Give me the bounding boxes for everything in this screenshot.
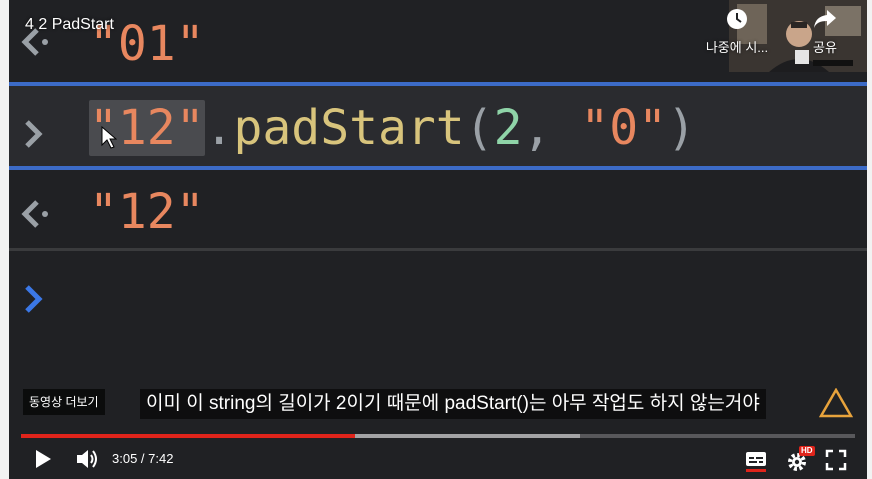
settings-button[interactable]: HD [785, 446, 815, 472]
subtitle-caption: 이미 이 string의 길이가 2이기 때문에 padStart()는 아무 … [140, 389, 766, 419]
mouse-cursor-icon [101, 126, 117, 149]
subtitles-icon[interactable] [745, 450, 767, 472]
input-code: "12".padStart(2, "0") [89, 100, 696, 156]
input-open-paren: ( [464, 100, 494, 156]
input-arrow-icon [25, 120, 43, 148]
fullscreen-icon[interactable] [825, 449, 847, 471]
console-empty-prompt[interactable] [9, 251, 867, 361]
console-input-line[interactable]: "12".padStart(2, "0") [9, 86, 867, 168]
input-comma: , [522, 100, 552, 156]
input-dot: . [204, 100, 234, 156]
prompt-arrow-icon [25, 285, 43, 313]
share-button[interactable]: 공유 [805, 8, 845, 56]
result-arrow-icon [21, 200, 48, 228]
input-close-paren: ) [667, 100, 696, 156]
clock-icon [727, 9, 747, 29]
output-result: "12" [89, 184, 205, 240]
played-bar [21, 434, 355, 438]
share-icon [814, 10, 836, 28]
progress-bar[interactable] [21, 434, 855, 438]
share-label: 공유 [813, 40, 837, 55]
watch-later-button[interactable]: 나중에 시... [695, 8, 779, 56]
time-display: 3:05 / 7:42 [112, 451, 174, 466]
more-videos-button[interactable]: 동영상 더보기 [23, 389, 105, 415]
volume-icon[interactable] [75, 447, 99, 471]
input-arg2: "0" [580, 100, 668, 156]
watch-later-label: 나중에 시... [705, 40, 769, 55]
video-title[interactable]: 4 2 PadStart [25, 16, 114, 34]
input-method: padStart [233, 100, 465, 156]
hd-badge: HD [799, 446, 815, 456]
warning-icon [819, 388, 853, 418]
video-player[interactable]: "01" "12".padStart(2, "0") "12" 4 2 PadS… [9, 0, 867, 479]
play-icon[interactable] [33, 448, 53, 470]
input-arg1: 2 [493, 100, 523, 156]
console-output-result: "12" [9, 170, 867, 248]
